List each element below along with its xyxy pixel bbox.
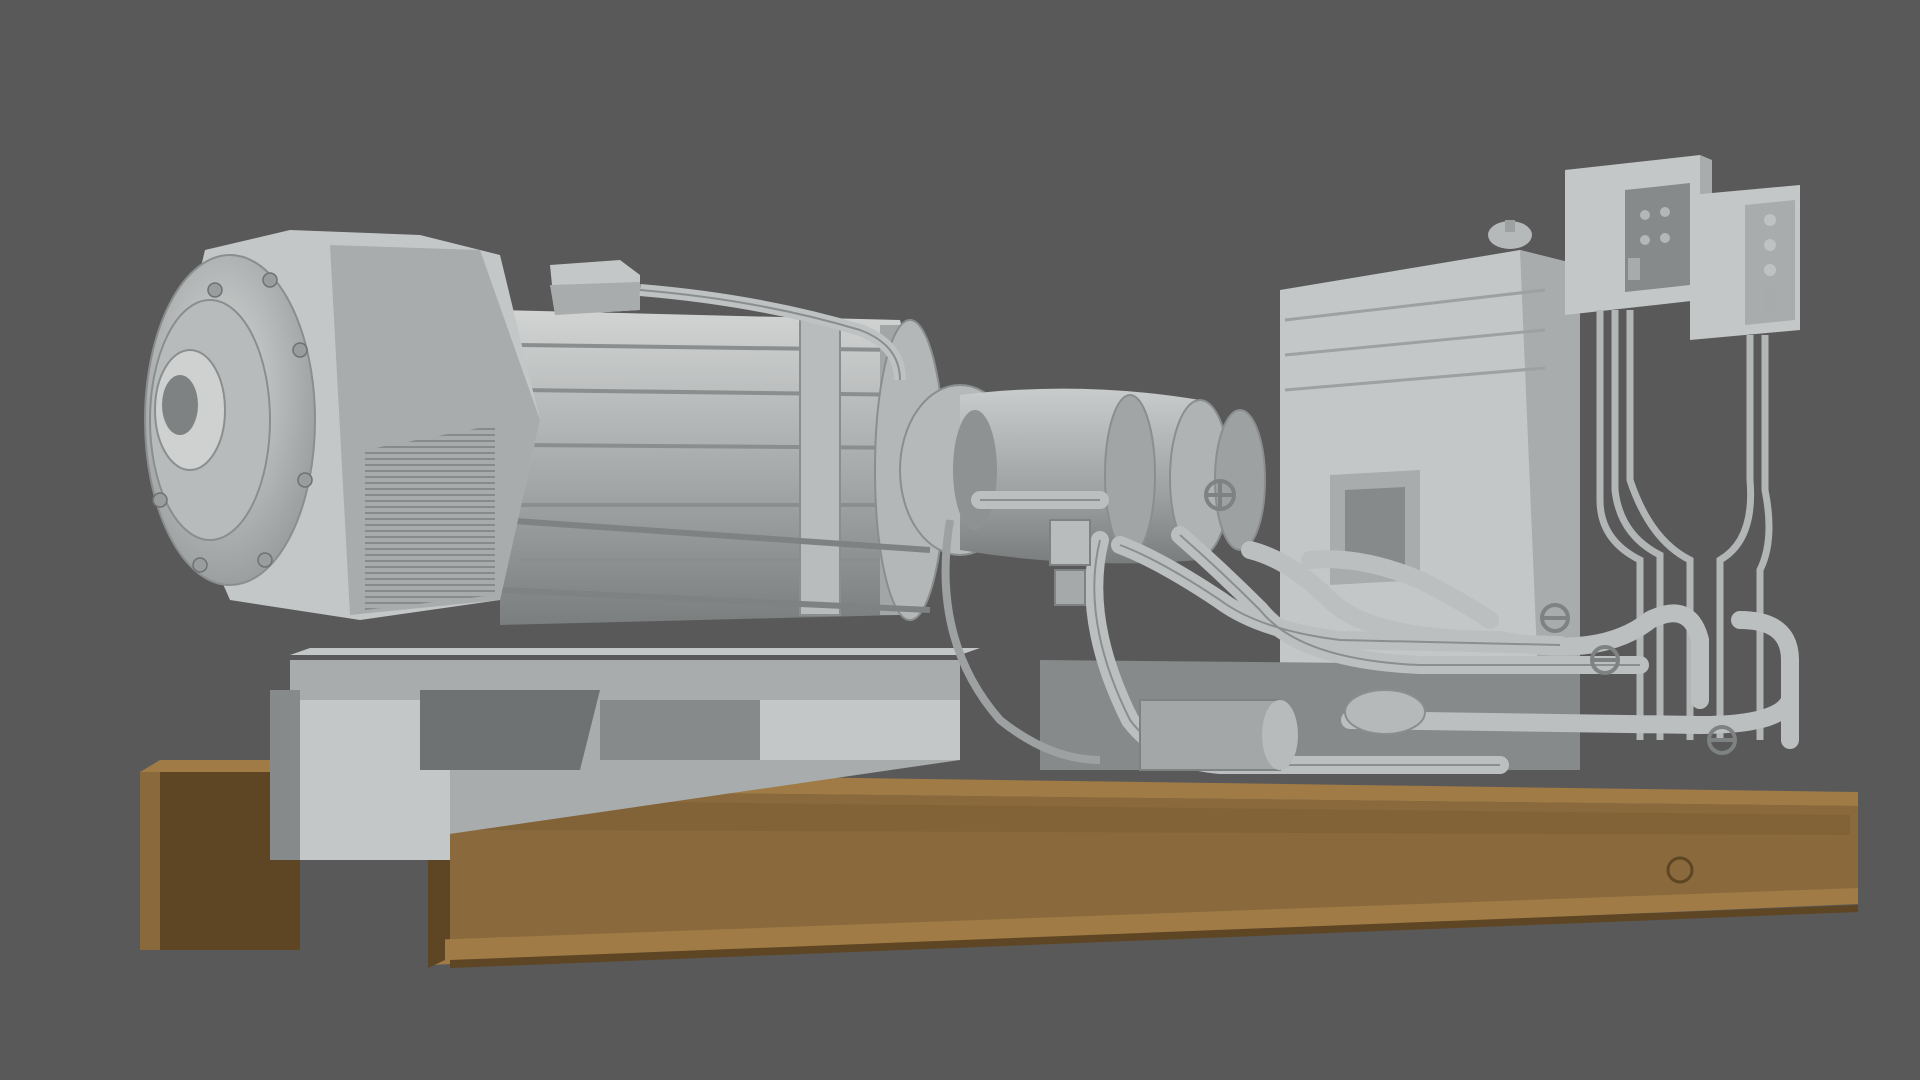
sensor-cluster [1049, 519, 1091, 606]
motor-end-cover [144, 230, 540, 620]
render-canvas [0, 0, 1920, 1080]
render-viewport [0, 0, 1920, 1080]
